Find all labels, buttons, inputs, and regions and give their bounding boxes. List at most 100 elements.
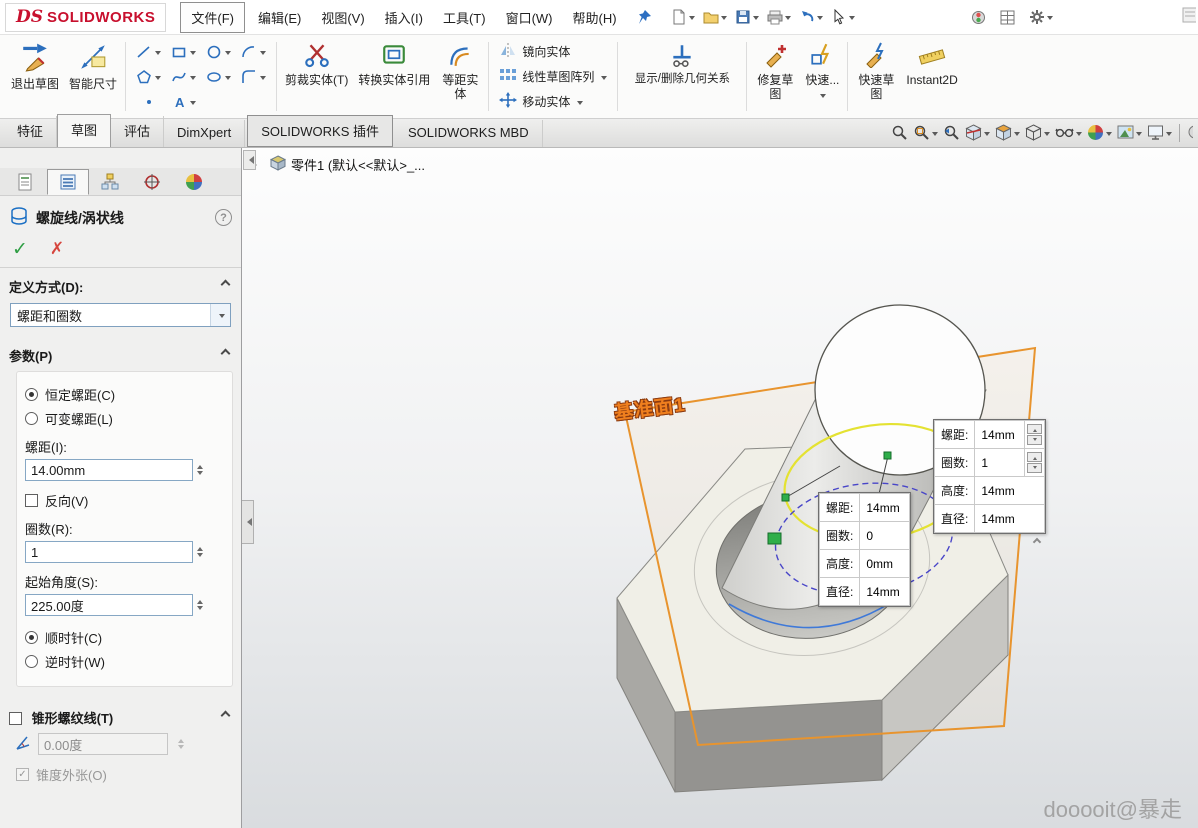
start-angle-input[interactable]: 225.00度 bbox=[25, 594, 193, 616]
taper-angle-spinner bbox=[178, 736, 184, 752]
select-button[interactable] bbox=[828, 6, 858, 28]
menu-view[interactable]: 视图(V) bbox=[311, 3, 374, 32]
start-point-marker[interactable] bbox=[782, 494, 789, 501]
menu-tools[interactable]: 工具(T) bbox=[433, 3, 496, 32]
start-angle-spinner[interactable] bbox=[197, 597, 203, 613]
pitch-input[interactable]: 14.00mm bbox=[25, 459, 193, 481]
previous-view-button[interactable] bbox=[942, 122, 961, 143]
tab-dimxpert[interactable]: DimXpert bbox=[164, 120, 245, 147]
display-pane-toggle[interactable] bbox=[243, 150, 256, 170]
menu-insert[interactable]: 插入(I) bbox=[375, 3, 433, 32]
taper-checkbox[interactable] bbox=[9, 712, 22, 725]
counterclockwise-radio[interactable]: 逆时针(W) bbox=[25, 652, 224, 671]
constant-pitch-radio[interactable]: 恒定螺距(C) bbox=[25, 385, 224, 404]
dropdown-arrow-icon[interactable] bbox=[210, 304, 230, 326]
view-settings-button[interactable] bbox=[1146, 122, 1173, 143]
save-button[interactable] bbox=[732, 6, 762, 28]
toolbar-overflow-icon[interactable] bbox=[1182, 6, 1196, 29]
rectangle-tool[interactable] bbox=[166, 39, 201, 64]
smart-dimension-button[interactable]: 智能尺寸 bbox=[64, 39, 122, 94]
definition-dropdown[interactable]: 螺距和圈数 bbox=[10, 303, 231, 327]
mirror-entities-button[interactable]: 镜向实体 bbox=[496, 40, 610, 63]
configurationmanager-tab[interactable] bbox=[89, 169, 131, 195]
callout-collapse-button[interactable] bbox=[1029, 535, 1045, 548]
instant2d-button[interactable]: Instant2D bbox=[901, 39, 962, 90]
revolutions-spinner[interactable] bbox=[197, 544, 203, 560]
print-button[interactable] bbox=[764, 6, 794, 28]
linear-sketch-pattern-button[interactable]: 线性草图阵列 bbox=[496, 65, 610, 88]
convert-entities-button[interactable]: 转换实体引用 bbox=[353, 39, 435, 90]
panel-collapse-handle[interactable] bbox=[242, 500, 254, 544]
undo-button[interactable] bbox=[796, 6, 826, 28]
pin-menu-icon[interactable] bbox=[637, 9, 652, 25]
new-document-button[interactable] bbox=[668, 6, 698, 28]
view-orientation-button[interactable] bbox=[994, 122, 1021, 143]
repair-sketch-button[interactable]: 修复草图 bbox=[750, 39, 800, 105]
move-entities-button[interactable]: 移动实体 bbox=[496, 90, 610, 113]
tab-mbd[interactable]: SOLIDWORKS MBD bbox=[395, 120, 543, 147]
pitch-spinner[interactable] bbox=[197, 462, 203, 478]
exit-sketch-button[interactable]: 退出草图 bbox=[6, 39, 64, 94]
rapid-sketch-button[interactable]: 快速草图 bbox=[851, 39, 901, 105]
drag-handle[interactable] bbox=[768, 533, 781, 544]
ok-button[interactable]: ✓ bbox=[12, 238, 28, 260]
open-document-button[interactable] bbox=[700, 6, 730, 28]
hud-overflow-icon[interactable] bbox=[1186, 122, 1194, 143]
offset-entities-button[interactable]: 等距实体 bbox=[435, 39, 485, 105]
tab-features[interactable]: 特征 bbox=[4, 116, 57, 147]
apply-scene-button[interactable] bbox=[1116, 122, 1143, 143]
reverse-checkbox[interactable]: 反向(V) bbox=[25, 491, 224, 510]
taper-section-header[interactable]: 锥形螺纹线(T) bbox=[0, 699, 241, 731]
point-tool[interactable] bbox=[131, 89, 166, 114]
quick-snaps-button[interactable]: 快速... bbox=[800, 39, 844, 104]
tab-evaluate[interactable]: 评估 bbox=[111, 116, 164, 147]
heads-up-view-toolbar bbox=[890, 122, 1194, 143]
pitch-callout-spinner-up[interactable] bbox=[1027, 424, 1042, 434]
variable-pitch-radio[interactable]: 可变螺距(L) bbox=[25, 409, 224, 428]
definition-section-header[interactable]: 定义方式(D): bbox=[0, 268, 241, 300]
cancel-button[interactable]: ✗ bbox=[50, 239, 64, 259]
revolutions-input[interactable]: 1 bbox=[25, 541, 193, 563]
graphics-area[interactable]: 零件1 (默认<<默认>_... 基准面1 螺距:14mm 圈数:0 高度:0m… bbox=[242, 148, 1198, 828]
parameters-section-header[interactable]: 参数(P) bbox=[0, 337, 241, 369]
hide-show-items-button[interactable] bbox=[1054, 122, 1083, 143]
section-view-button[interactable] bbox=[964, 122, 991, 143]
dimxpertmanager-tab[interactable] bbox=[131, 169, 173, 195]
line-tool[interactable] bbox=[131, 39, 166, 64]
file-properties-icon[interactable] bbox=[997, 7, 1018, 28]
ellipse-tool[interactable] bbox=[201, 64, 236, 89]
clockwise-radio[interactable]: 顺时针(C) bbox=[25, 628, 224, 647]
menu-file[interactable]: 文件(F) bbox=[180, 2, 245, 33]
circle-tool[interactable] bbox=[201, 39, 236, 64]
fillet-tool[interactable] bbox=[236, 64, 271, 89]
tab-addins[interactable]: SOLIDWORKS 插件 bbox=[247, 115, 393, 147]
pitch-callout-spinner-down[interactable] bbox=[1027, 435, 1042, 445]
arc-tool[interactable] bbox=[236, 39, 271, 64]
displaymanager-tab[interactable] bbox=[173, 169, 215, 195]
zoom-area-button[interactable] bbox=[912, 122, 939, 143]
rebuild-icon[interactable] bbox=[968, 7, 989, 28]
revolutions-callout-spinner-down[interactable] bbox=[1027, 463, 1042, 473]
display-style-button[interactable] bbox=[1024, 122, 1051, 143]
menu-edit[interactable]: 编辑(E) bbox=[248, 3, 311, 32]
flyout-feature-tree[interactable]: 零件1 (默认<<默认>_... bbox=[252, 155, 425, 174]
display-delete-relations-button[interactable]: 显示/删除几何关系 bbox=[621, 39, 743, 90]
propertymanager-tab[interactable] bbox=[47, 169, 89, 195]
edit-appearance-button[interactable] bbox=[1086, 122, 1113, 143]
tab-sketch[interactable]: 草图 bbox=[57, 114, 111, 147]
featuremanager-tab[interactable] bbox=[5, 169, 47, 195]
ribbon-group-pattern: 镜向实体 线性草图阵列 移动实体 bbox=[492, 39, 614, 114]
menu-help[interactable]: 帮助(H) bbox=[563, 3, 627, 32]
menu-window[interactable]: 窗口(W) bbox=[496, 3, 563, 32]
trim-entities-button[interactable]: 剪裁实体(T) bbox=[280, 39, 353, 90]
spline-tool[interactable] bbox=[166, 64, 201, 89]
help-icon[interactable]: ? bbox=[215, 209, 232, 226]
text-tool[interactable]: A bbox=[166, 89, 201, 114]
end-point-marker[interactable] bbox=[884, 452, 891, 459]
3d-scene[interactable] bbox=[242, 148, 1198, 828]
revolutions-callout-spinner-up[interactable] bbox=[1027, 452, 1042, 462]
zoom-fit-button[interactable] bbox=[890, 122, 909, 143]
polygon-tool[interactable] bbox=[131, 64, 166, 89]
exit-sketch-icon bbox=[20, 42, 50, 75]
options-gear-button[interactable] bbox=[1026, 6, 1056, 28]
